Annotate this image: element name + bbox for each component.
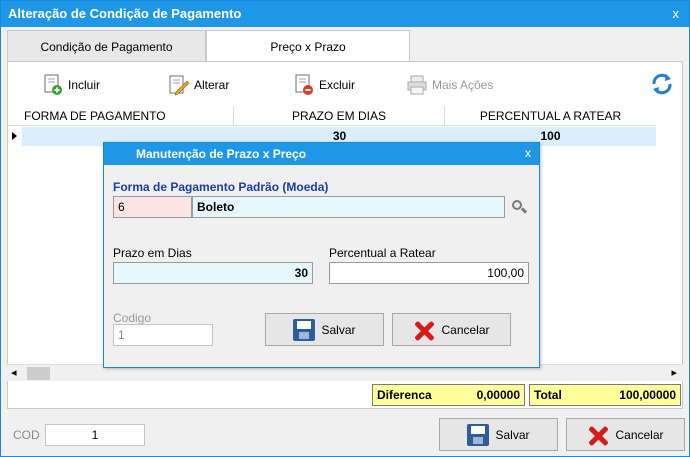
excluir-label: Excluir bbox=[319, 78, 356, 92]
col-forma-pagamento[interactable]: FORMA DE PAGAMENTO bbox=[22, 106, 234, 126]
forma-name-field[interactable]: Boleto bbox=[192, 196, 505, 218]
edit-document-icon bbox=[168, 74, 190, 96]
cancelar-label: Cancelar bbox=[615, 427, 664, 442]
refresh-icon bbox=[650, 72, 672, 95]
excluir-button[interactable]: Excluir bbox=[293, 74, 355, 96]
cod-label: COD bbox=[13, 428, 40, 442]
salvar-button[interactable]: Salvar bbox=[439, 418, 558, 451]
grid-header: FORMA DE PAGAMENTO PRAZO EM DIAS PERCENT… bbox=[8, 106, 656, 126]
window-title: Alteração de Condição de Pagamento bbox=[8, 6, 242, 21]
scroll-thumb[interactable] bbox=[27, 367, 50, 380]
delete-document-icon bbox=[293, 74, 315, 96]
refresh-button[interactable] bbox=[650, 72, 672, 95]
cod-input[interactable]: 1 bbox=[45, 424, 145, 446]
dialog-cancelar-button[interactable]: Cancelar bbox=[392, 313, 511, 346]
col-percentual[interactable]: PERCENTUAL A RATEAR bbox=[445, 106, 656, 126]
alterar-button[interactable]: Alterar bbox=[168, 74, 229, 96]
codigo-label: Codigo bbox=[113, 311, 152, 325]
floppy-disk-icon bbox=[293, 318, 316, 341]
floppy-disk-icon bbox=[467, 423, 490, 446]
dialog-titlebar: Manutenção de Prazo x Preço x bbox=[104, 143, 539, 165]
main-window: Alteração de Condição de Pagamento x Con… bbox=[0, 0, 690, 457]
diferenca-value: 0,00000 bbox=[476, 388, 520, 402]
incluir-button[interactable]: Incluir bbox=[42, 74, 100, 96]
printer-icon bbox=[406, 74, 428, 96]
total-label: Total bbox=[534, 388, 562, 402]
cancel-x-icon bbox=[587, 424, 609, 446]
dialog-salvar-button[interactable]: Salvar bbox=[265, 313, 384, 346]
prazo-dias-label: Prazo em Dias bbox=[113, 246, 192, 260]
dialog-close-button[interactable]: x bbox=[525, 146, 531, 160]
percentual-field[interactable]: 100,00 bbox=[329, 262, 529, 284]
scroll-right-icon[interactable]: ▸ bbox=[671, 366, 677, 379]
row-indicator-icon bbox=[8, 127, 22, 146]
incluir-label: Incluir bbox=[68, 78, 101, 92]
codigo-field[interactable]: 1 bbox=[113, 324, 213, 346]
tab-strip: Condição de Pagamento Preço x Prazo bbox=[7, 30, 683, 62]
mais-acoes-button[interactable]: Mais Ações bbox=[406, 74, 493, 96]
toolbar: Incluir Alterar Excluir Mais Ações bbox=[8, 62, 682, 106]
col-prazo-dias[interactable]: PRAZO EM DIAS bbox=[234, 106, 445, 126]
scroll-left-icon[interactable]: ◂ bbox=[11, 366, 17, 379]
window-titlebar: Alteração de Condição de Pagamento x bbox=[1, 1, 689, 27]
prazo-preco-dialog: Manutenção de Prazo x Preço x Forma de P… bbox=[103, 142, 540, 368]
diferenca-label: Diferenca bbox=[377, 388, 432, 402]
tab-condicao-pagamento[interactable]: Condição de Pagamento bbox=[7, 30, 206, 62]
prazo-dias-field[interactable]: 30 bbox=[113, 262, 313, 284]
diferenca-box: Diferenca 0,00000 bbox=[372, 384, 525, 406]
salvar-label: Salvar bbox=[495, 427, 530, 442]
forma-code-field[interactable]: 6 bbox=[113, 196, 192, 218]
percentual-label: Percentual a Ratear bbox=[329, 246, 436, 260]
cancelar-button[interactable]: Cancelar bbox=[566, 418, 685, 451]
dialog-title: Manutenção de Prazo x Preço bbox=[136, 147, 307, 161]
dialog-salvar-label: Salvar bbox=[321, 322, 356, 337]
search-icon[interactable] bbox=[511, 199, 528, 215]
add-document-icon bbox=[42, 74, 64, 96]
cancel-x-icon bbox=[413, 319, 435, 341]
window-close-button[interactable]: x bbox=[673, 6, 680, 21]
alterar-label: Alterar bbox=[194, 78, 230, 92]
total-value: 100,00000 bbox=[619, 388, 676, 402]
dialog-cancelar-label: Cancelar bbox=[441, 322, 490, 337]
total-box: Total 100,00000 bbox=[529, 384, 681, 406]
mais-acoes-label: Mais Ações bbox=[432, 78, 494, 92]
tab-preco-prazo[interactable]: Preço x Prazo bbox=[206, 30, 410, 62]
forma-pagamento-label: Forma de Pagamento Padrão (Moeda) bbox=[113, 180, 329, 194]
